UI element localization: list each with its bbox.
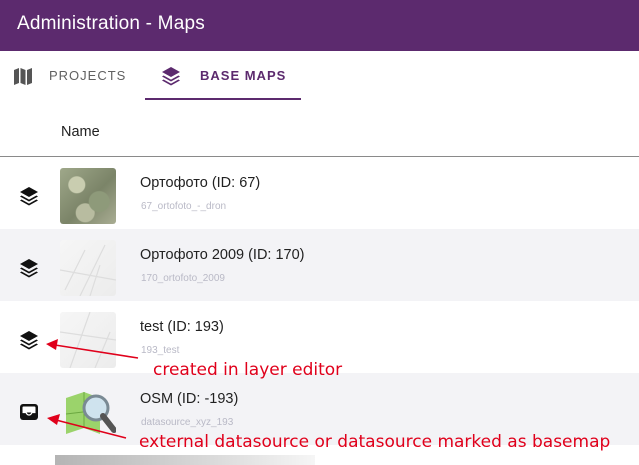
annotation-layer-editor: created in layer editor <box>153 360 343 380</box>
annotation-external: external datasource or datasource marked… <box>139 432 611 452</box>
annotation-arrows <box>46 339 139 439</box>
